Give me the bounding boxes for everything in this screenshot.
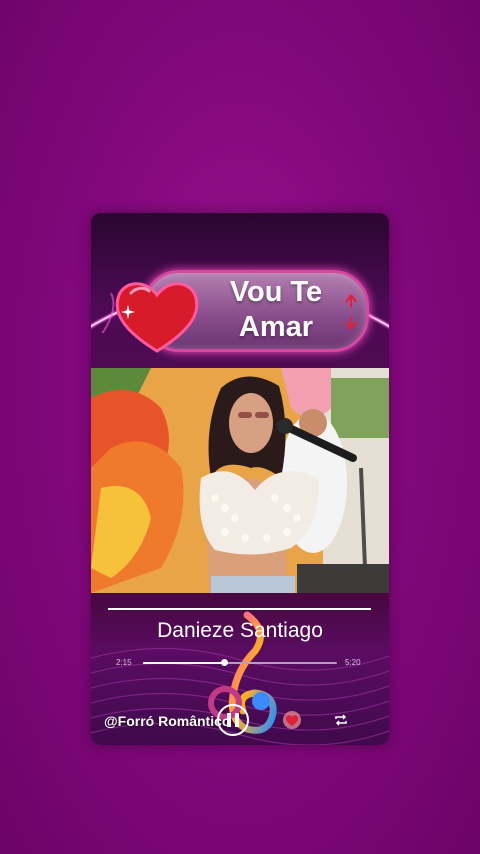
- song-title: Vou Te Amar: [201, 275, 351, 345]
- progress-knob[interactable]: [220, 659, 228, 666]
- sparkle-icon: [121, 305, 135, 319]
- music-player-card: Vou Te Amar Danieze Santiago 2:15 5:20 @…: [91, 213, 389, 745]
- channel-handle: @Forró Romântico: [104, 713, 231, 729]
- artist-name: Danieze Santiago: [157, 619, 323, 642]
- heart-favorite-icon[interactable]: [282, 710, 302, 730]
- song-title-line-1: Vou Te: [229, 276, 323, 308]
- repeat-icon[interactable]: [334, 714, 348, 726]
- up-down-arrows-icon: [345, 294, 357, 330]
- total-duration: 5:20: [345, 658, 361, 667]
- performance-video[interactable]: [91, 368, 389, 593]
- song-title-line-2: Amar: [238, 311, 314, 343]
- pause-icon[interactable]: [217, 704, 249, 736]
- progress-slider[interactable]: [143, 659, 337, 666]
- elapsed-time: 2:15: [116, 658, 132, 667]
- artist-divider: [108, 608, 371, 610]
- progress-fill: [143, 662, 225, 664]
- app-background: { "song": { "title": "Vou Te Amar", "tit…: [0, 0, 480, 854]
- video-frame: [91, 368, 389, 593]
